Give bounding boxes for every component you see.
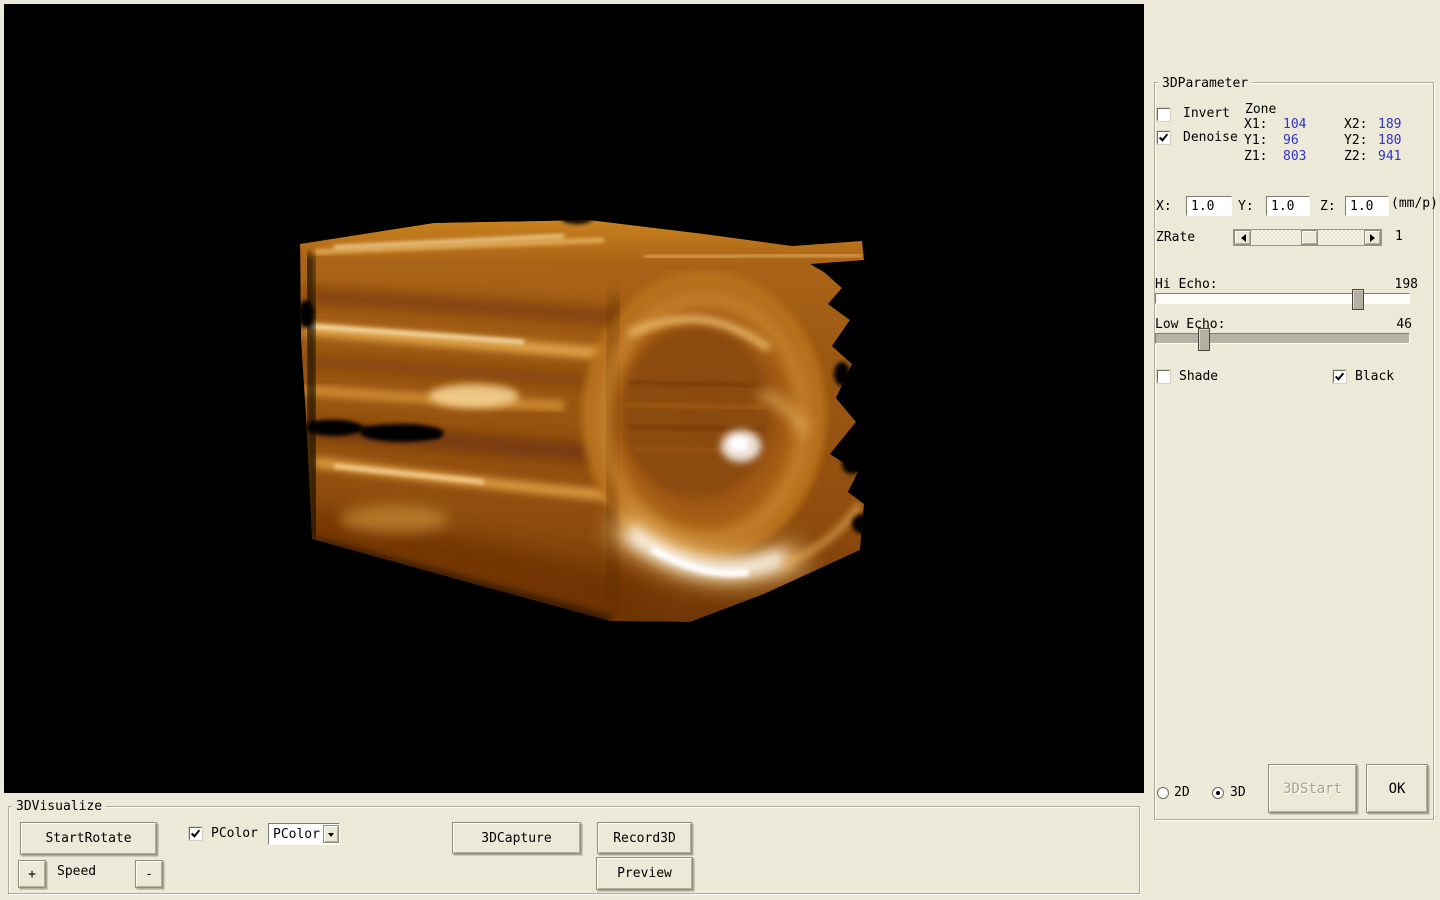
- zone-y1-label: Y1:: [1244, 133, 1267, 148]
- zone-x2-value: 189: [1378, 117, 1401, 132]
- capture-3d-button[interactable]: 3DCapture: [452, 822, 581, 854]
- speed-label: Speed: [57, 864, 96, 879]
- zone-z2-label: Z2:: [1344, 149, 1367, 164]
- pcolor-dropdown[interactable]: PColor: [268, 823, 340, 845]
- scale-y-label: Y:: [1238, 199, 1254, 214]
- zone-z2-value: 941: [1378, 149, 1401, 164]
- start-3d-button[interactable]: 3DStart: [1268, 764, 1357, 813]
- pcolor-dropdown-value: PColor: [269, 827, 323, 842]
- invert-checkbox[interactable]: [1157, 108, 1170, 121]
- hi-echo-slider-track[interactable]: [1155, 293, 1410, 304]
- app-window: { "colors": { "window_bg": "#ece9d8", "v…: [0, 0, 1440, 900]
- speed-minus-button[interactable]: -: [135, 860, 163, 888]
- pcolor-label: PColor: [211, 826, 258, 841]
- low-echo-slider-track[interactable]: [1155, 333, 1410, 344]
- record-3d-button[interactable]: Record3D: [597, 822, 692, 854]
- low-echo-value: 46: [1370, 317, 1412, 332]
- left-arrow-icon: [1237, 234, 1246, 242]
- mode-3d-label: 3D: [1230, 785, 1246, 800]
- zone-z1-label: Z1:: [1244, 149, 1267, 164]
- zrate-scroll-thumb[interactable]: [1301, 230, 1318, 245]
- zrate-label: ZRate: [1156, 230, 1195, 245]
- invert-label: Invert: [1183, 106, 1230, 121]
- zone-x1-label: X1:: [1244, 117, 1267, 132]
- parameter-group-title: 3DParameter: [1158, 76, 1252, 91]
- render-viewport[interactable]: [4, 4, 1144, 793]
- zrate-value: 1: [1395, 229, 1403, 244]
- scale-x-input[interactable]: [1186, 196, 1232, 216]
- low-echo-label: Low Echo:: [1155, 317, 1225, 332]
- black-label: Black: [1355, 369, 1394, 384]
- low-echo-slider-thumb[interactable]: [1198, 328, 1210, 351]
- checkmark-icon: [1158, 132, 1169, 143]
- hi-echo-value: 198: [1370, 277, 1418, 292]
- zone-x2-label: X2:: [1344, 117, 1367, 132]
- zrate-scrollbar[interactable]: [1233, 229, 1382, 246]
- speed-plus-button[interactable]: +: [18, 860, 46, 888]
- mode-3d-radio[interactable]: [1212, 787, 1224, 799]
- hi-echo-slider-thumb[interactable]: [1352, 289, 1364, 310]
- checkmark-icon: [190, 828, 201, 839]
- visualize-group-title: 3DVisualize: [12, 799, 106, 814]
- scale-z-label: Z:: [1320, 199, 1336, 214]
- chevron-down-icon: [328, 833, 334, 840]
- denoise-checkbox[interactable]: [1157, 131, 1170, 144]
- shade-checkbox[interactable]: [1157, 370, 1170, 383]
- black-checkbox[interactable]: [1333, 370, 1346, 383]
- scale-z-input[interactable]: [1345, 196, 1389, 216]
- scale-y-input[interactable]: [1266, 196, 1310, 216]
- zone-y2-label: Y2:: [1344, 133, 1367, 148]
- checkmark-icon: [1334, 371, 1345, 382]
- zrate-scroll-left-button[interactable]: [1234, 230, 1251, 245]
- zrate-scroll-right-button[interactable]: [1364, 230, 1381, 245]
- zone-z1-value: 803: [1283, 149, 1306, 164]
- ok-button[interactable]: OK: [1366, 764, 1428, 813]
- dropdown-arrow-button[interactable]: [323, 825, 339, 843]
- mode-2d-label: 2D: [1174, 785, 1190, 800]
- parameter-groupbox: [1154, 82, 1434, 820]
- preview-button[interactable]: Preview: [596, 857, 693, 890]
- zone-y1-value: 96: [1283, 133, 1299, 148]
- pcolor-checkbox[interactable]: [189, 827, 202, 840]
- zone-y2-value: 180: [1378, 133, 1401, 148]
- ultrasound-volume-render: [4, 4, 1144, 793]
- hi-echo-label: Hi Echo:: [1155, 277, 1218, 292]
- denoise-label: Denoise: [1183, 130, 1238, 145]
- scale-unit-label: (mm/p): [1391, 196, 1438, 211]
- start-rotate-button[interactable]: StartRotate: [20, 822, 157, 855]
- zrate-scroll-track[interactable]: [1251, 230, 1364, 245]
- mode-2d-radio[interactable]: [1157, 787, 1169, 799]
- right-arrow-icon: [1370, 234, 1379, 242]
- zone-title: Zone: [1245, 102, 1276, 117]
- zone-x1-value: 104: [1283, 117, 1306, 132]
- shade-label: Shade: [1179, 369, 1218, 384]
- scale-x-label: X:: [1156, 199, 1172, 214]
